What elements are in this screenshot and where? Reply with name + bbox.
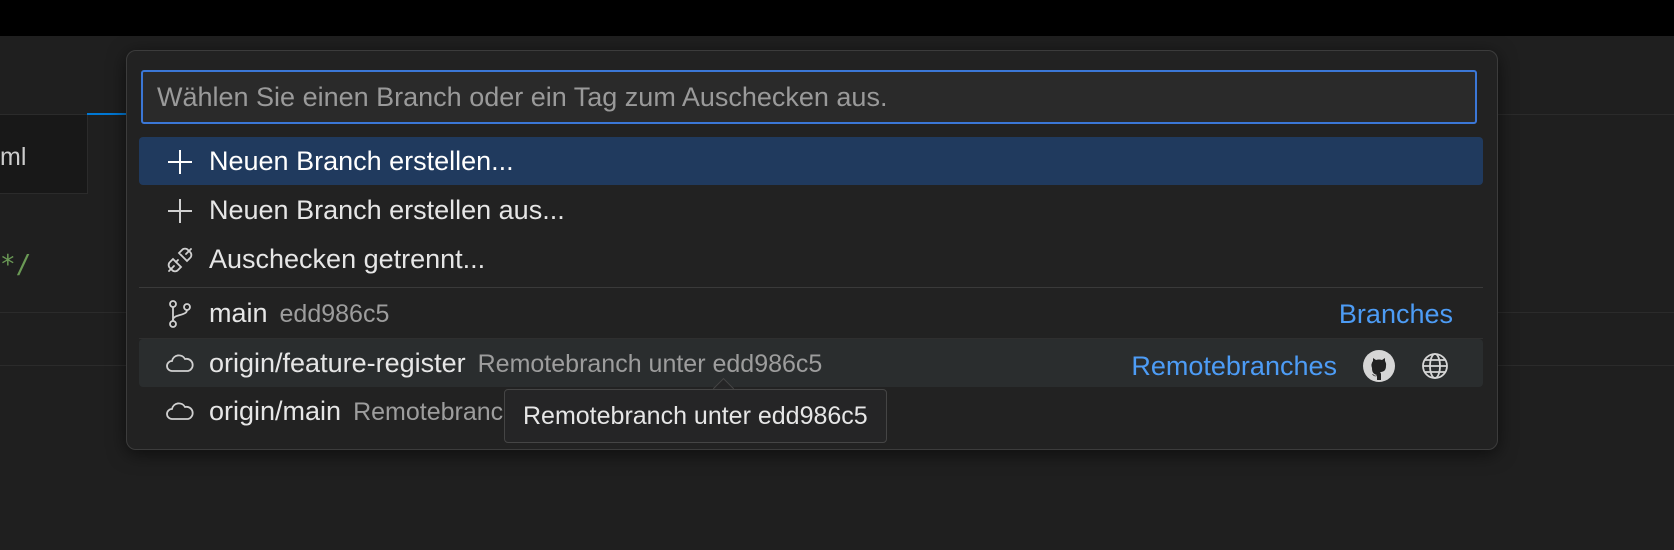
branch-name: main xyxy=(209,298,268,328)
editor-tab-label: ml xyxy=(0,143,27,171)
hover-tooltip: Remotebranch unter edd986c5 xyxy=(504,389,887,443)
create-branch-item[interactable]: Neuen Branch erstellen... xyxy=(139,137,1483,185)
branch-description: edd986c5 xyxy=(279,300,390,328)
plus-icon xyxy=(168,150,192,174)
plus-icon xyxy=(168,199,192,223)
branch-label: origin/feature-register Remotebranch unte… xyxy=(209,348,822,379)
cloud-icon xyxy=(166,402,194,420)
globe-icon xyxy=(1422,353,1448,379)
create-branch-from-label: Neuen Branch erstellen aus... xyxy=(209,195,565,225)
group-label-branches: Branches xyxy=(1338,299,1453,329)
checkout-detached-item[interactable]: Auschecken getrennt... xyxy=(139,235,1483,283)
row-actions: Remotebranches xyxy=(1131,348,1453,384)
branch-name: origin/feature-register xyxy=(209,348,466,378)
create-branch-from-item[interactable]: Neuen Branch erstellen aus... xyxy=(139,186,1483,234)
branch-description: Remotebranch unter edd986c5 xyxy=(477,350,823,378)
code-fragment: */ xyxy=(0,250,32,280)
active-tab-indicator xyxy=(87,113,127,115)
group-label-remotebranches: Remotebranches xyxy=(1131,350,1337,381)
branch-item-origin-feature-register[interactable]: origin/feature-register Remotebranch unte… xyxy=(139,339,1483,387)
create-branch-label: Neuen Branch erstellen... xyxy=(209,146,514,176)
debug-disconnect-icon xyxy=(167,247,193,273)
checkout-detached-label: Auschecken getrennt... xyxy=(209,244,486,274)
github-icon xyxy=(1363,350,1395,382)
open-on-github-button[interactable] xyxy=(1361,348,1397,384)
branch-item-main[interactable]: main edd986c5 Branches xyxy=(139,289,1483,337)
branch-name: origin/main xyxy=(209,396,342,426)
open-in-browser-button[interactable] xyxy=(1417,348,1453,384)
separator xyxy=(139,287,1483,288)
branch-search-input[interactable] xyxy=(141,70,1477,124)
git-branch-icon xyxy=(169,300,191,328)
branch-label: main edd986c5 xyxy=(209,298,389,329)
title-bar xyxy=(0,0,1674,36)
cloud-icon xyxy=(166,354,194,372)
